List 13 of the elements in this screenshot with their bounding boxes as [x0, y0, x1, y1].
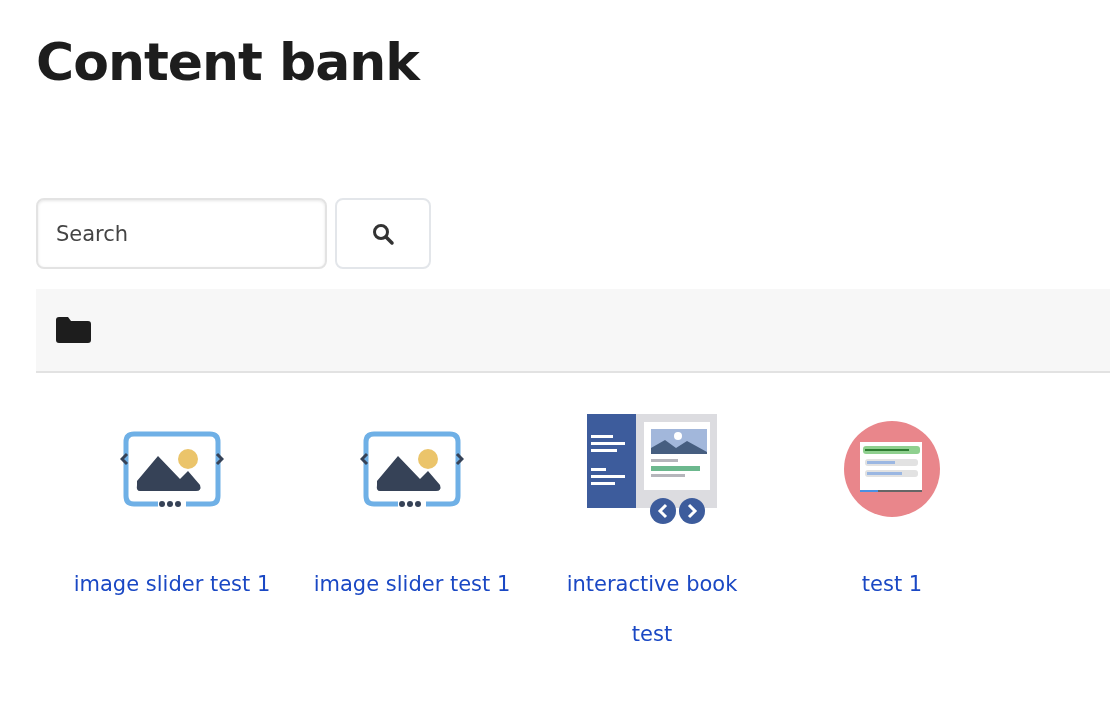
folder-icon[interactable]	[54, 316, 92, 344]
image-slider-icon[interactable]	[120, 429, 224, 509]
content-link[interactable]: test 1	[784, 559, 1000, 609]
content-link[interactable]: interactive book test	[544, 559, 760, 659]
image-slider-icon[interactable]	[360, 429, 464, 509]
search-field[interactable]: Search	[36, 198, 327, 269]
content-link[interactable]: image slider test 1	[304, 559, 520, 609]
search-icon	[371, 221, 395, 246]
book-icon[interactable]	[587, 414, 717, 524]
search-button[interactable]	[335, 198, 431, 269]
page-title: Content bank	[36, 31, 422, 94]
content-link[interactable]: image slider test 1	[64, 559, 280, 609]
quiz-icon[interactable]	[843, 420, 941, 518]
